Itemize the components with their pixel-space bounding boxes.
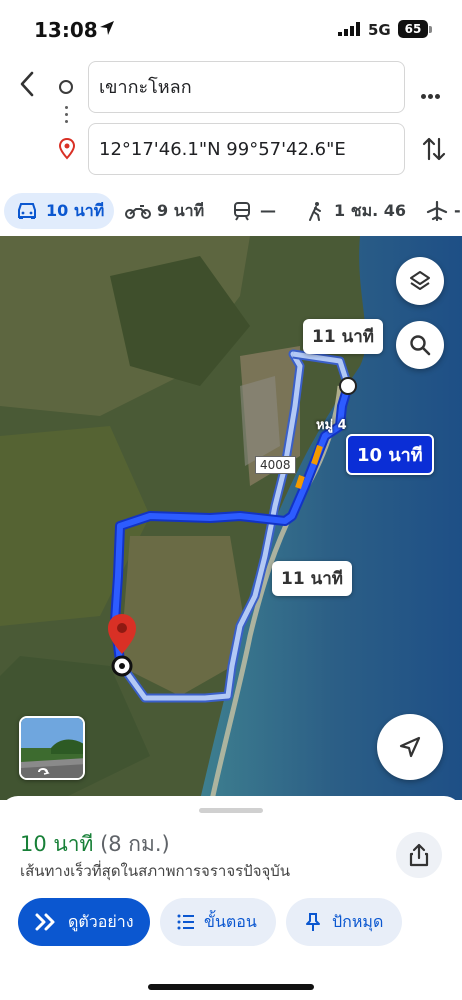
tab-transit[interactable]: — <box>232 193 276 229</box>
preview-button[interactable]: ดูตัวอย่าง <box>18 898 150 946</box>
route-time-text: 11 นาที <box>312 327 374 347</box>
route-connector-dots <box>65 106 68 127</box>
list-icon <box>177 914 194 930</box>
navigation-arrow-icon <box>399 736 421 758</box>
share-icon <box>409 843 429 867</box>
tab-drive-label: 10 นาที <box>46 201 105 220</box>
street-view-image <box>21 718 83 778</box>
motorcycle-icon <box>125 205 151 219</box>
car-icon <box>18 203 36 219</box>
signal-icon <box>338 22 360 36</box>
battery-tip <box>429 26 432 33</box>
search-icon <box>410 335 431 356</box>
steps-button[interactable]: ขั้นตอน <box>160 898 276 946</box>
tab-flight-label: - <box>454 201 461 220</box>
map-view[interactable]: 11 นาที 10 นาที 11 นาที 4008 หมู่ 4 <box>0 236 462 800</box>
duration-value: 10 นาที <box>20 832 94 856</box>
travel-mode-tabs: 10 นาที 9 นาที — 1 ชม. 46 - <box>0 191 462 231</box>
home-indicator[interactable] <box>148 984 314 990</box>
tab-transit-label: — <box>260 201 276 220</box>
transit-icon <box>234 202 250 221</box>
network-type: 5G <box>368 21 391 39</box>
pin-label: ปักหมุด <box>332 912 384 931</box>
tab-drive[interactable]: 10 นาที <box>4 193 115 229</box>
route-duration: 10 นาที (8 กม.) <box>20 828 170 861</box>
start-navigation-button[interactable] <box>377 714 443 780</box>
status-bar: 13:08 5G 65 <box>0 0 462 60</box>
tab-motorcycle-label: 9 นาที <box>157 201 205 220</box>
tab-motorcycle[interactable]: 9 นาที <box>125 193 204 229</box>
tab-flight[interactable]: - <box>426 193 461 229</box>
steps-label: ขั้นตอน <box>204 912 257 931</box>
double-chevron-icon <box>35 913 55 931</box>
location-arrow-icon <box>100 21 114 35</box>
destination-pin-icon <box>58 138 76 160</box>
more-options-icon[interactable] <box>421 84 442 103</box>
street-view-thumbnail[interactable] <box>19 716 85 780</box>
destination-input[interactable]: 12°17'46.1"N 99°57'42.6"E <box>88 123 405 175</box>
route-time-label-alt-bottom[interactable]: 11 นาที <box>272 561 352 596</box>
distance-value: (8 กม.) <box>100 832 170 856</box>
route-time-label-selected[interactable]: 10 นาที <box>346 434 434 475</box>
tab-walk[interactable]: 1 ชม. 46 <box>306 193 406 229</box>
route-description: เส้นทางเร็วที่สุดในสภาพการจราจรปัจจุบัน <box>20 862 291 880</box>
layers-icon <box>410 271 430 290</box>
route-time-text: 11 นาที <box>281 569 343 589</box>
pin-icon <box>306 913 320 931</box>
road-number-badge: 4008 <box>255 456 296 474</box>
origin-circle-icon <box>59 80 73 94</box>
walk-icon <box>309 202 321 221</box>
origin-input[interactable]: เขากะโหลก <box>88 61 405 113</box>
battery-icon: 65 <box>398 20 428 38</box>
status-time: 13:08 <box>34 18 98 42</box>
share-button[interactable] <box>396 832 442 878</box>
drag-handle[interactable] <box>199 808 263 813</box>
route-time-label-alt-top[interactable]: 11 นาที <box>303 319 383 354</box>
tab-walk-label: 1 ชม. 46 <box>334 201 407 220</box>
flight-icon <box>426 201 448 221</box>
route-summary-sheet: 10 นาที (8 กม.) เส้นทางเร็วที่สุดในสภาพก… <box>0 796 462 1000</box>
preview-label: ดูตัวอย่าง <box>68 912 134 931</box>
back-arrow-icon[interactable] <box>14 68 40 100</box>
layers-button[interactable] <box>396 257 444 305</box>
village-label: หมู่ 4 <box>316 418 347 433</box>
pin-button[interactable]: ปักหมุด <box>286 898 402 946</box>
route-time-text: 10 นาที <box>357 445 423 466</box>
swap-directions-icon[interactable] <box>420 134 448 164</box>
search-button[interactable] <box>396 321 444 369</box>
